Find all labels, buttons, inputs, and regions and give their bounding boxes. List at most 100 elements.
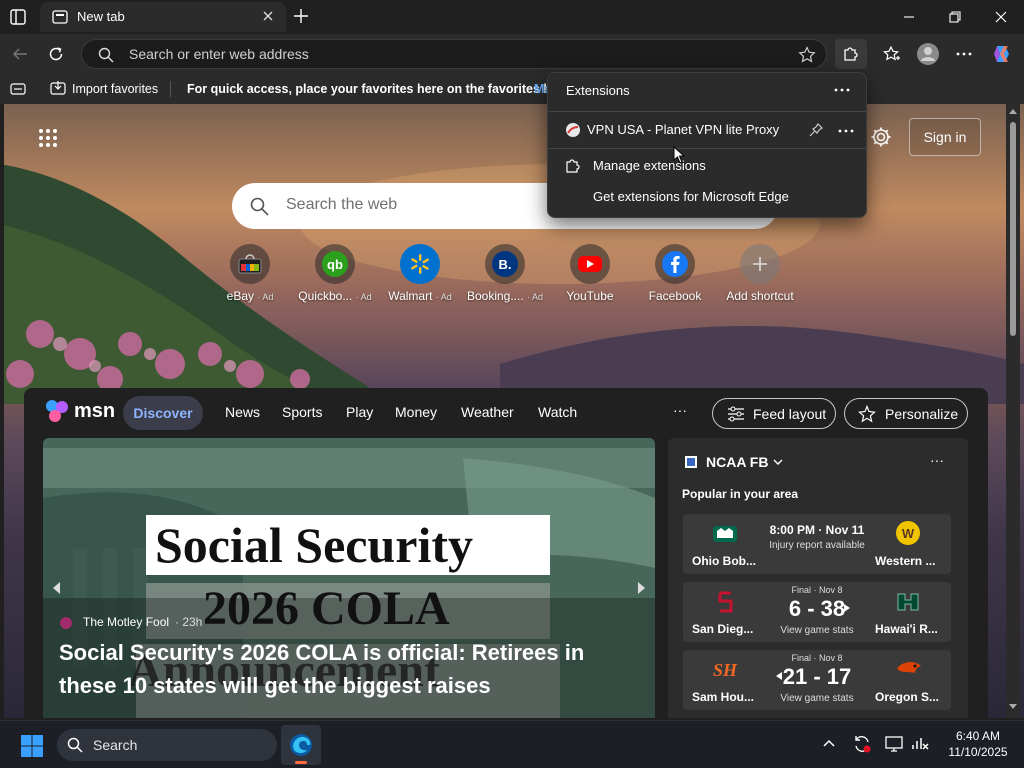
game-row[interactable]: Final · Nov 8 6 - 38 View game stats San… — [683, 582, 951, 642]
sync-icon[interactable] — [852, 734, 872, 754]
copilot-icon[interactable] — [986, 39, 1018, 69]
feed-layout-button[interactable]: Feed layout — [712, 398, 836, 429]
hero-image-subtitle: 2026 COLA — [203, 582, 450, 635]
extensions-button[interactable] — [835, 39, 867, 69]
hero-article[interactable]: Social Security 2026 COLA Announcement T… — [43, 438, 655, 718]
extension-more-icon[interactable] — [838, 128, 854, 134]
address-bar[interactable]: Search or enter web address — [81, 39, 827, 69]
refresh-icon[interactable] — [40, 39, 72, 69]
extensions-popup-title: Extensions — [566, 83, 630, 98]
booking-icon: B. — [485, 244, 525, 284]
favorites-icon[interactable] — [876, 39, 908, 69]
pin-icon[interactable] — [808, 122, 824, 138]
add-shortcut-button[interactable]: Add shortcut — [717, 244, 803, 303]
app-launcher-icon[interactable] — [38, 128, 58, 148]
favorite-star-icon[interactable] — [798, 46, 816, 64]
game-status: Final · Nov 8 — [791, 653, 843, 663]
taskbar-search-label: Search — [93, 737, 138, 753]
tab-actions-icon[interactable] — [9, 8, 27, 26]
close-window-button[interactable] — [978, 0, 1024, 34]
ad-badge: · Ad — [257, 292, 274, 302]
quick-link-youtube[interactable]: YouTube — [547, 244, 633, 303]
game-stats-link[interactable]: View game stats — [763, 693, 871, 704]
scroll-down-icon[interactable] — [1009, 704, 1017, 710]
favorites-hint: For quick access, place your favorites h… — [187, 82, 566, 96]
favorites-divider — [170, 81, 171, 97]
quick-link-walmart[interactable]: Walmart · Ad — [377, 244, 463, 303]
nav-watch[interactable]: Watch — [538, 404, 577, 420]
article-source[interactable]: The Motley Fool — [83, 615, 169, 629]
get-extensions-item[interactable]: Get extensions for Microsoft Edge — [548, 183, 866, 211]
windows-start-icon[interactable] — [20, 734, 44, 758]
nav-weather[interactable]: Weather — [461, 404, 514, 420]
puzzle-icon — [844, 47, 858, 61]
msn-logo[interactable] — [44, 398, 72, 424]
tab-new-tab[interactable]: New tab — [40, 2, 286, 32]
web-search-input[interactable]: Search the web — [286, 196, 397, 214]
extension-name: VPN USA - Planet VPN lite Proxy — [587, 122, 780, 137]
ad-badge: · Ad — [527, 292, 544, 302]
profile-avatar[interactable] — [912, 39, 944, 69]
quick-link-ebay[interactable]: eBay · Ad — [207, 244, 293, 303]
quick-link-label: Walmart — [388, 289, 433, 303]
taskbar-search-box[interactable]: Search — [57, 729, 277, 761]
scroll-up-icon[interactable] — [1009, 108, 1017, 114]
address-input[interactable]: Search or enter web address — [129, 46, 309, 62]
nav-more[interactable]: ··· — [673, 402, 687, 418]
extension-item-vpn[interactable]: VPN USA - Planet VPN lite Proxy — [548, 115, 866, 145]
article-headline[interactable]: Social Security's 2026 COLA is official:… — [59, 636, 619, 702]
back-icon[interactable] — [4, 39, 36, 69]
sports-more-button[interactable]: ··· — [930, 452, 944, 468]
sliders-icon — [727, 406, 745, 422]
plus-icon — [740, 244, 780, 284]
nav-sports[interactable]: Sports — [282, 404, 322, 420]
edge-icon — [289, 733, 313, 757]
quick-link-facebook[interactable]: Facebook — [632, 244, 718, 303]
league-title[interactable]: NCAA FB — [706, 454, 768, 470]
taskbar-edge-app[interactable] — [281, 725, 321, 765]
navigation-bar: Search or enter web address — [0, 34, 1024, 74]
sidebar-toggle-icon[interactable] — [10, 82, 26, 96]
sports-card: NCAA FB ··· Popular in your area W 8:00 … — [668, 438, 968, 718]
display-icon[interactable] — [884, 734, 904, 754]
extensions-more-icon[interactable] — [834, 87, 850, 93]
game-note[interactable]: Injury report available — [763, 540, 871, 551]
sign-in-button[interactable]: Sign in — [909, 118, 981, 156]
new-tab-button[interactable] — [293, 8, 309, 24]
page-settings-gear-icon[interactable] — [870, 126, 892, 148]
search-icon — [98, 47, 114, 63]
quick-link-booking[interactable]: B. Booking.... · Ad — [462, 244, 548, 303]
mouse-cursor-icon — [673, 146, 685, 164]
search-icon — [67, 737, 83, 753]
minimize-button[interactable] — [886, 0, 932, 34]
scrollbar-thumb[interactable] — [1010, 122, 1016, 336]
page-scrollbar[interactable] — [1006, 104, 1020, 718]
nav-money[interactable]: Money — [395, 404, 437, 420]
carousel-next-icon[interactable] — [631, 578, 651, 598]
svg-text:SH: SH — [713, 660, 738, 680]
quick-link-quickbooks[interactable]: qb Quickbo... · Ad — [292, 244, 378, 303]
msn-feed: msn Discover News Sports Play Money Weat… — [24, 388, 988, 718]
active-app-indicator — [295, 761, 307, 764]
nav-news[interactable]: News — [225, 404, 260, 420]
manage-extensions-item[interactable]: Manage extensions — [548, 152, 866, 180]
carousel-prev-icon[interactable] — [47, 578, 67, 598]
personalize-button[interactable]: Personalize — [844, 398, 968, 429]
restore-button[interactable] — [932, 0, 978, 34]
game-stats-link[interactable]: View game stats — [763, 625, 871, 636]
chevron-up-icon[interactable] — [822, 738, 836, 748]
personalize-label: Personalize — [885, 405, 959, 422]
network-icon[interactable] — [910, 734, 930, 754]
game-row[interactable]: SH Final · Nov 8 21 - 17 View game stats… — [683, 650, 951, 710]
feed-layout-label: Feed layout — [753, 405, 827, 422]
more-menu-icon[interactable] — [948, 39, 980, 69]
nav-play[interactable]: Play — [346, 404, 373, 420]
youtube-icon — [570, 244, 610, 284]
quickbooks-icon: qb — [315, 244, 355, 284]
close-tab-icon[interactable] — [262, 10, 274, 22]
import-favorites-button[interactable]: Import favorites — [72, 82, 158, 96]
nav-discover[interactable]: Discover — [123, 396, 203, 430]
game-row[interactable]: W 8:00 PM · Nov 11 Injury report availab… — [683, 514, 951, 574]
system-clock[interactable]: 6:40 AM 11/10/2025 — [938, 728, 1018, 760]
chevron-down-icon[interactable] — [772, 457, 784, 467]
